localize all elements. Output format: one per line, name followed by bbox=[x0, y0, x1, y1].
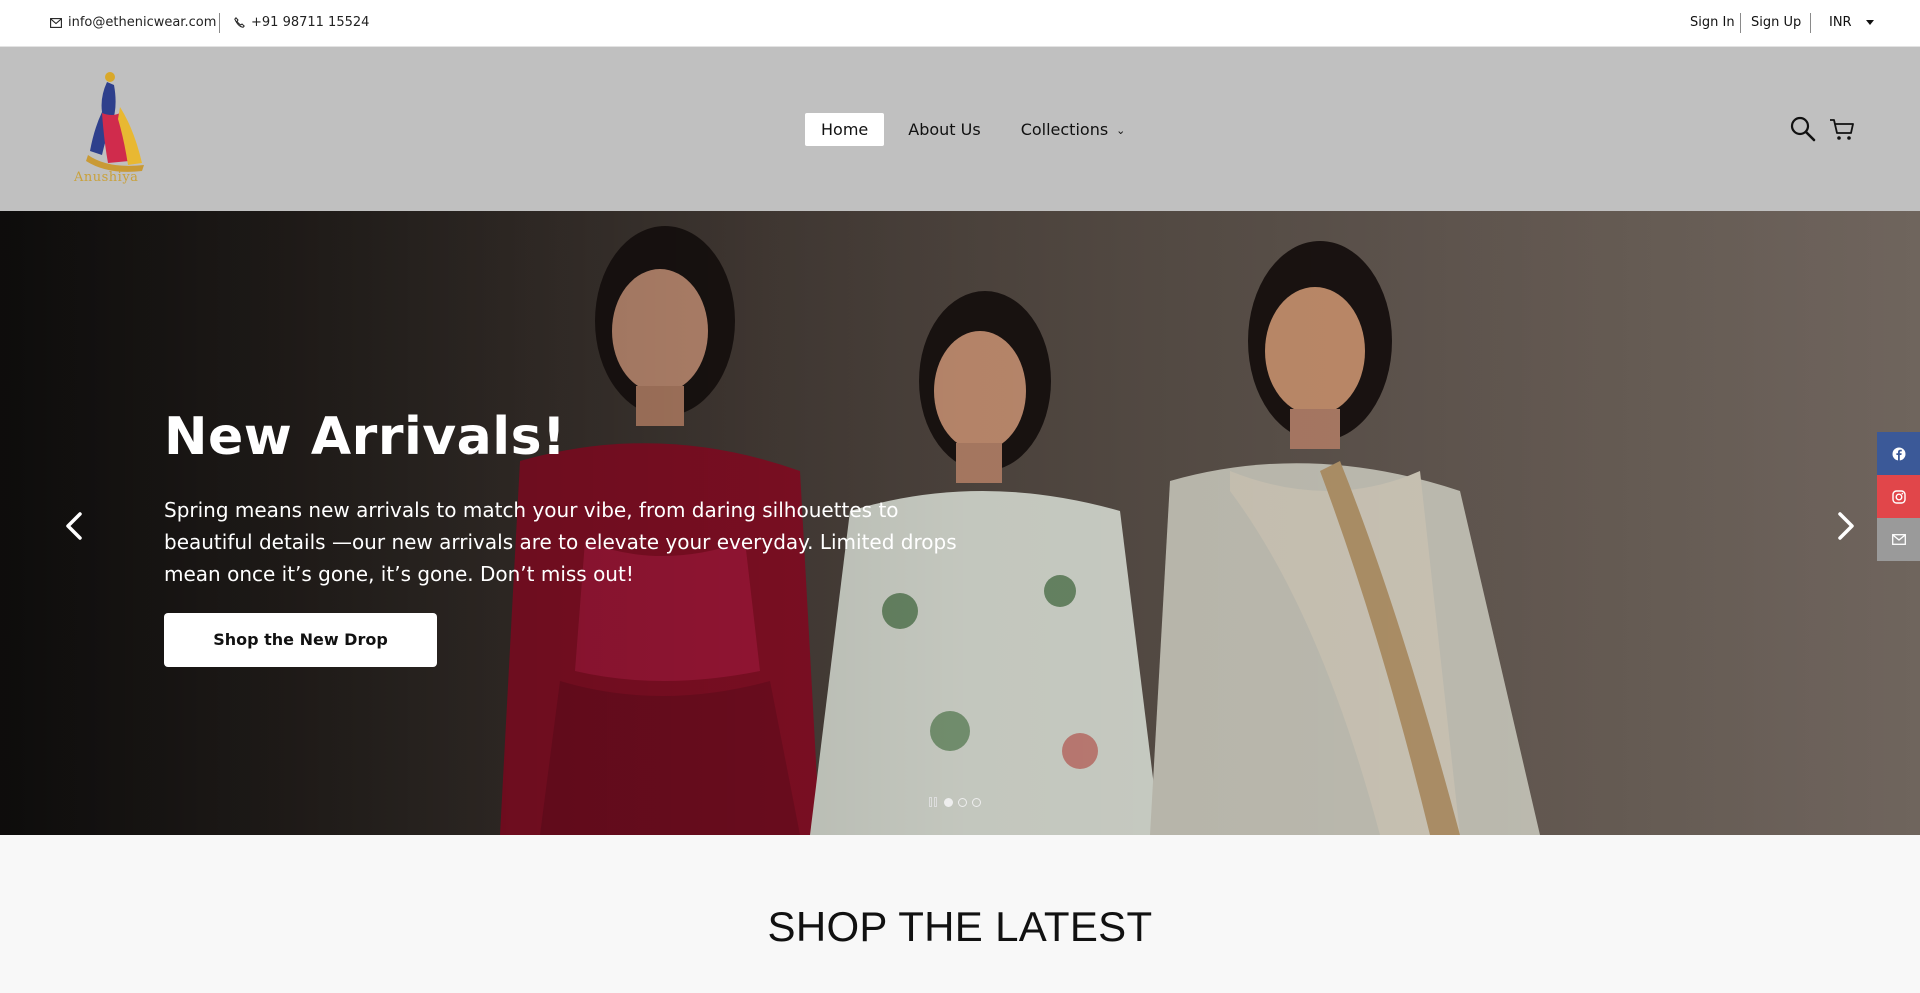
facebook-icon bbox=[1892, 447, 1905, 460]
section-heading: SHOP THE LATEST bbox=[767, 903, 1153, 950]
divider bbox=[1740, 13, 1741, 33]
currency-value: INR bbox=[1829, 15, 1852, 30]
divider bbox=[219, 13, 220, 33]
currency-select[interactable]: INR bbox=[1829, 15, 1874, 30]
hero-title: New Arrivals! bbox=[164, 407, 567, 467]
shop-new-drop-button[interactable]: Shop the New Drop bbox=[164, 613, 437, 667]
slide-dot-3[interactable] bbox=[972, 797, 981, 807]
instagram-button[interactable] bbox=[1877, 475, 1920, 518]
cart-icon[interactable] bbox=[1828, 115, 1856, 143]
slide-dot-2[interactable] bbox=[958, 797, 967, 807]
facebook-button[interactable] bbox=[1877, 432, 1920, 475]
nav-item-about-us[interactable]: About Us bbox=[892, 113, 996, 146]
sign-up-link[interactable]: Sign Up bbox=[1751, 15, 1801, 30]
logo-text: Anushiya bbox=[74, 170, 139, 185]
instagram-icon bbox=[1891, 489, 1906, 504]
mail-icon bbox=[1891, 534, 1906, 545]
pause-icon[interactable] bbox=[929, 797, 939, 807]
search-icon[interactable] bbox=[1789, 115, 1817, 143]
envelope-icon bbox=[50, 17, 62, 28]
email-text: info@ethenicwear.com bbox=[68, 15, 217, 30]
phone-contact[interactable]: +91 98711 15524 bbox=[234, 15, 369, 30]
phone-text: +91 98711 15524 bbox=[251, 15, 370, 30]
sign-in-link[interactable]: Sign In bbox=[1690, 15, 1735, 30]
social-sidebar bbox=[1877, 432, 1920, 561]
chevron-right-icon[interactable] bbox=[1830, 506, 1862, 546]
divider bbox=[1810, 13, 1811, 33]
hero-slider: New Arrivals! Spring means new arrivals … bbox=[0, 211, 1920, 835]
nav-collections-label: Collections bbox=[1020, 120, 1109, 139]
nav-item-collections[interactable]: Collections ⌄ bbox=[1005, 113, 1142, 146]
chevron-left-icon[interactable] bbox=[58, 506, 90, 546]
slider-controls bbox=[929, 797, 981, 807]
phone-icon bbox=[234, 17, 245, 28]
email-contact[interactable]: info@ethenicwear.com bbox=[50, 15, 216, 30]
hero-description: Spring means new arrivals to match your … bbox=[164, 498, 957, 586]
main-header: Anushiya Home About Us Collections ⌄ bbox=[0, 47, 1920, 211]
chevron-down-icon: ⌄ bbox=[1116, 124, 1126, 137]
brand-logo[interactable]: Anushiya bbox=[72, 67, 152, 191]
caret-down-icon bbox=[1865, 20, 1874, 25]
main-nav: Home About Us Collections ⌄ bbox=[805, 113, 1141, 146]
top-utility-bar: info@ethenicwear.com +91 98711 15524 Sig… bbox=[0, 0, 1920, 47]
slide-dot-1[interactable] bbox=[944, 797, 953, 807]
nav-item-home[interactable]: Home bbox=[805, 113, 885, 146]
mail-button[interactable] bbox=[1877, 518, 1920, 561]
